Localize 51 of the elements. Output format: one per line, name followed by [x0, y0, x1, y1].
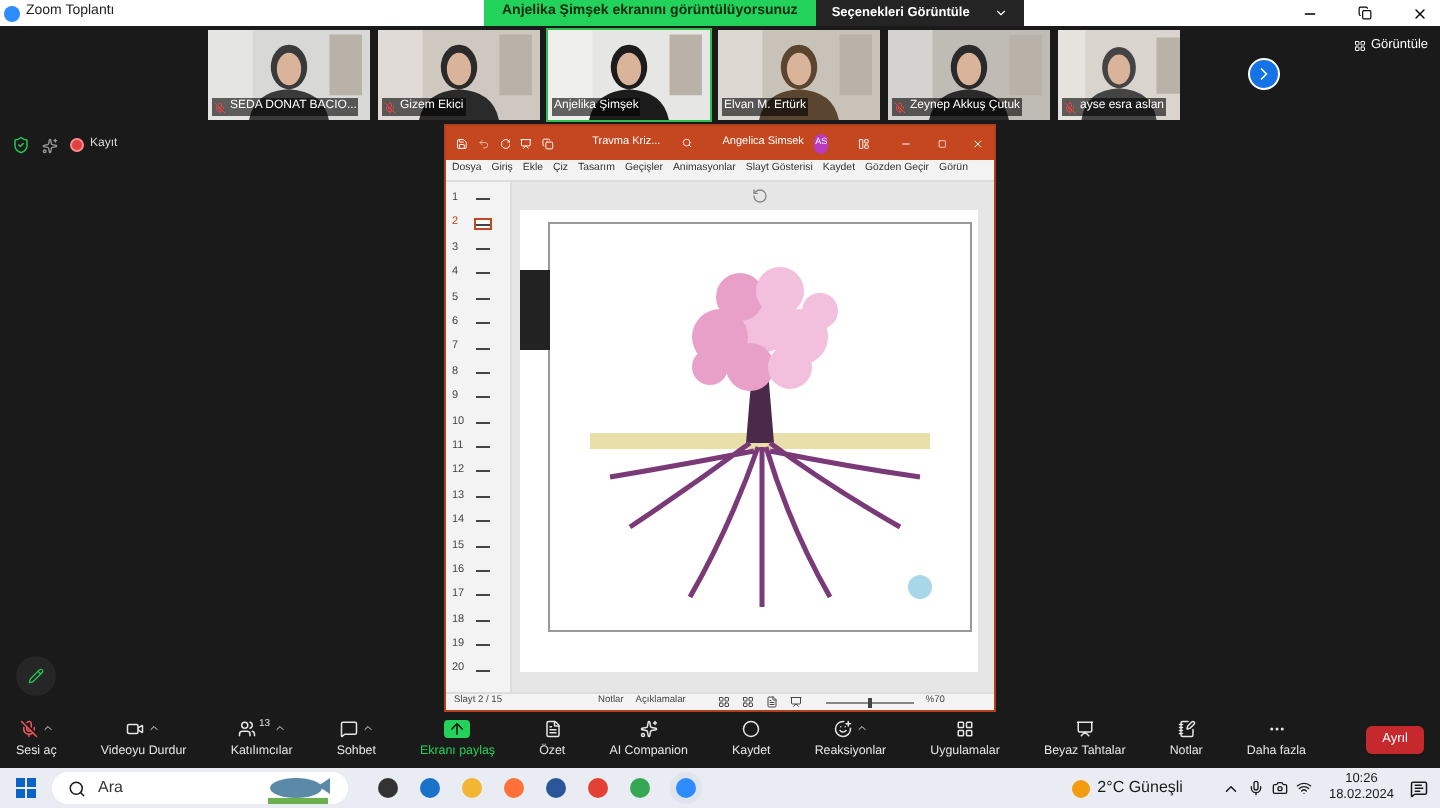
chat-icon: [339, 719, 358, 738]
weather-text: 2°C Güneşli: [1097, 776, 1183, 800]
whiteboard-icon: [1075, 719, 1094, 738]
video-camera-icon: [126, 719, 145, 738]
taskbar-search-field[interactable]: Ara: [52, 772, 348, 804]
reading-view-icon[interactable]: [765, 696, 778, 708]
caret-icon[interactable]: [274, 722, 287, 735]
rotate-handle-icon[interactable]: [752, 188, 768, 204]
search-icon[interactable]: [682, 136, 693, 150]
close-icon[interactable]: [1412, 5, 1428, 21]
smiley-icon: [833, 719, 852, 738]
search-icon: [68, 779, 86, 797]
zoom-logo-icon: [4, 5, 20, 21]
sun-icon: [1071, 779, 1090, 797]
caret-icon: [993, 6, 1008, 20]
muted-mic-icon: [19, 719, 38, 738]
sorter-view-icon[interactable]: [741, 696, 754, 708]
pencil-icon: [28, 668, 44, 684]
annotate-button[interactable]: [16, 656, 56, 696]
camera-icon[interactable]: [1272, 780, 1289, 796]
security-shield-icon[interactable]: [12, 136, 30, 154]
record-icon: [742, 719, 761, 738]
network-icon[interactable]: [1296, 780, 1313, 796]
document-icon: [543, 719, 562, 738]
share-arrow-icon: [448, 719, 467, 738]
copy-icon[interactable]: [542, 135, 555, 151]
notifications-icon[interactable]: [1410, 779, 1428, 797]
maximize-icon[interactable]: [937, 137, 947, 149]
grid-icon: [1354, 39, 1367, 52]
slide-shape: [520, 270, 550, 350]
caret-icon[interactable]: [41, 722, 54, 735]
ribbon-display-icon[interactable]: [858, 135, 871, 151]
windows-start-icon[interactable]: [16, 778, 36, 798]
people-icon: [237, 719, 255, 738]
redo-icon[interactable]: [499, 135, 511, 151]
undo-icon[interactable]: [477, 135, 490, 151]
save-icon[interactable]: [456, 135, 468, 151]
sparkle-icon: [639, 719, 658, 738]
apps-icon: [956, 719, 975, 738]
notes-icon: [1177, 719, 1196, 738]
slideshow-icon[interactable]: [789, 696, 802, 708]
sparkle-icon[interactable]: [42, 137, 58, 153]
normal-view-icon[interactable]: [717, 696, 730, 708]
presentation-icon[interactable]: [520, 135, 533, 151]
caret-icon[interactable]: [148, 722, 161, 735]
caret-icon[interactable]: [361, 722, 374, 735]
caret-icon[interactable]: [855, 722, 868, 735]
next-page-button[interactable]: [1248, 58, 1280, 90]
search-input[interactable]: Ara: [98, 776, 218, 800]
microphone-icon[interactable]: [1248, 780, 1265, 796]
restore-icon[interactable]: [1358, 6, 1372, 20]
